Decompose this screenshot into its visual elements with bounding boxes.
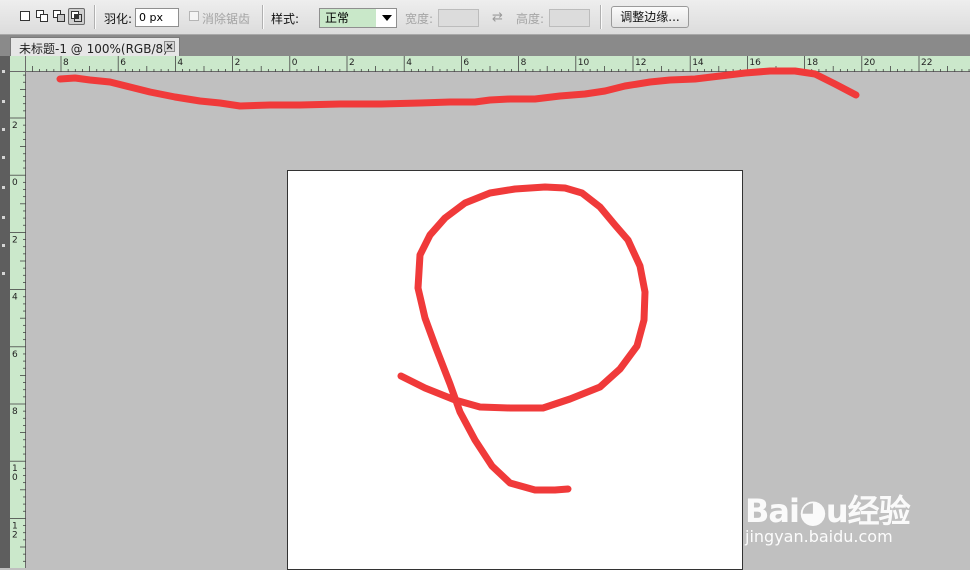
brush-stroke-circle xyxy=(397,183,649,494)
brush-strokes-layer xyxy=(56,67,860,494)
watermark-url: jingyan.baidu.com xyxy=(745,527,893,546)
baidu-jingyan-logo: Bai◕u经验 xyxy=(745,492,911,530)
brush-stroke-top xyxy=(56,67,860,110)
